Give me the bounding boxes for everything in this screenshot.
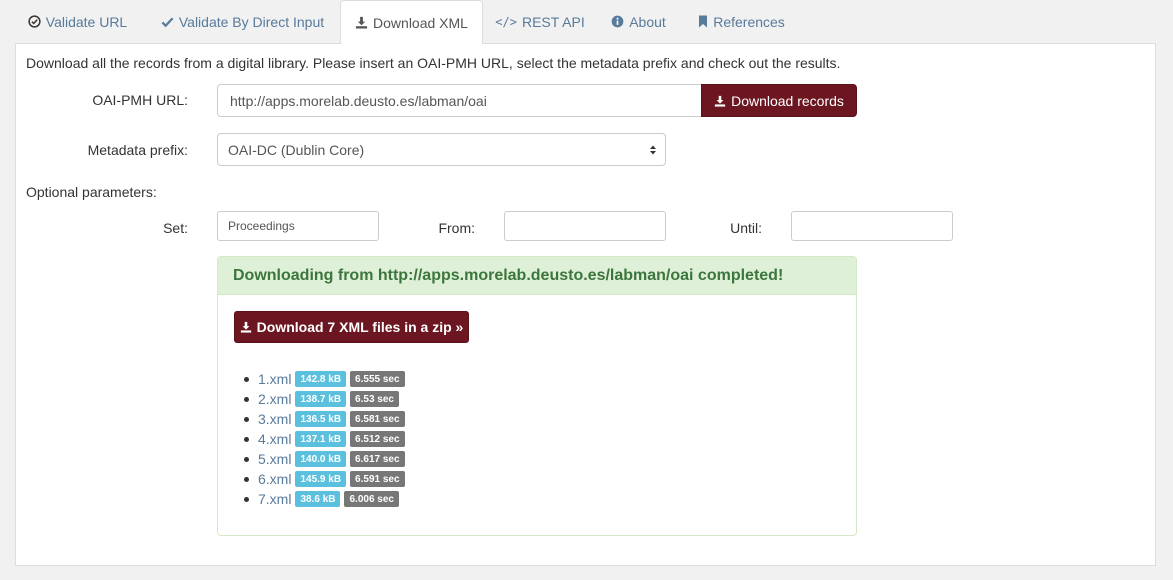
file-size-badge: 140.0 kB: [295, 451, 347, 467]
intro-text: Download all the records from a digital …: [26, 55, 841, 71]
from-input[interactable]: [504, 211, 666, 241]
bullet: [244, 477, 249, 482]
tab-label: Validate URL: [45, 13, 128, 30]
oai-pmh-url-label: OAI-PMH URL:: [92, 92, 188, 108]
download-icon: [240, 321, 252, 333]
file-time-badge: 6.581 sec: [350, 411, 405, 427]
bullet: [244, 437, 249, 442]
file-time-badge: 6.617 sec: [350, 451, 405, 467]
tab-validate-url[interactable]: Validate URL: [14, 0, 141, 43]
tab-label: References: [713, 13, 785, 30]
metadata-prefix-value: OAI-DC (Dublin Core): [228, 141, 365, 158]
download-zip-button[interactable]: Download 7 XML files in a zip »: [234, 311, 469, 343]
download-xml-panel: Download all the records from a digital …: [15, 43, 1156, 566]
file-link[interactable]: 4.xml: [258, 431, 291, 447]
file-time-badge: 6.006 sec: [344, 491, 399, 507]
download-records-button[interactable]: Download records: [701, 84, 857, 117]
tab-label: Download XML: [373, 14, 468, 31]
tab-label: REST API: [521, 13, 585, 30]
file-size-badge: 142.8 kB: [295, 371, 347, 387]
download-result-panel: Downloading from http://apps.morelab.deu…: [217, 256, 857, 536]
nav-tabs: Validate URL Validate By Direct Input Do…: [0, 0, 1173, 44]
tab-about[interactable]: About: [601, 0, 676, 43]
list-item: 6.xml 145.9 kB 6.591 sec: [244, 469, 409, 489]
list-item: 1.xml 142.8 kB 6.555 sec: [244, 369, 409, 389]
list-item: 2.xml 138.7 kB 6.53 sec: [244, 389, 409, 409]
bullet: [244, 497, 249, 502]
success-message: Downloading from http://apps.morelab.deu…: [218, 257, 856, 295]
bookmark-icon: [698, 15, 708, 28]
download-icon: [355, 16, 368, 29]
file-link[interactable]: 1.xml: [258, 371, 291, 387]
tab-validate-direct-input[interactable]: Validate By Direct Input: [148, 0, 337, 43]
download-icon: [714, 95, 726, 107]
file-link[interactable]: 5.xml: [258, 451, 291, 467]
bullet: [244, 377, 249, 382]
list-item: 4.xml 137.1 kB 6.512 sec: [244, 429, 409, 449]
file-link[interactable]: 2.xml: [258, 391, 291, 407]
oai-pmh-url-input[interactable]: http://apps.morelab.deusto.es/labman/oai: [217, 84, 703, 117]
set-input[interactable]: Proceedings: [217, 211, 379, 241]
list-item: 5.xml 140.0 kB 6.617 sec: [244, 449, 409, 469]
metadata-prefix-select[interactable]: OAI-DC (Dublin Core): [217, 133, 666, 166]
file-time-badge: 6.512 sec: [350, 431, 405, 447]
file-link[interactable]: 6.xml: [258, 471, 291, 487]
bullet: [244, 457, 249, 462]
tab-label: Validate By Direct Input: [178, 13, 325, 30]
file-time-badge: 6.555 sec: [350, 371, 405, 387]
file-link[interactable]: 7.xml: [258, 491, 291, 507]
bullet: [244, 397, 249, 402]
file-size-badge: 38.6 kB: [295, 491, 341, 507]
file-size-badge: 138.7 kB: [295, 391, 347, 407]
optional-parameters-label: Optional parameters:: [26, 184, 157, 200]
tab-download-xml[interactable]: Download XML: [340, 0, 483, 44]
list-item: 3.xml 136.5 kB 6.581 sec: [244, 409, 409, 429]
file-time-badge: 6.591 sec: [350, 471, 405, 487]
check-icon: [161, 16, 174, 28]
tab-rest-api[interactable]: </> REST API: [490, 0, 590, 43]
file-link[interactable]: 3.xml: [258, 411, 291, 427]
until-label: Until:: [730, 220, 762, 236]
set-label: Set:: [163, 220, 188, 236]
bullet: [244, 417, 249, 422]
file-list: 1.xml 142.8 kB 6.555 sec 2.xml 138.7 kB …: [244, 369, 409, 509]
file-time-badge: 6.53 sec: [350, 391, 399, 407]
download-zip-label: Download 7 XML files in a zip »: [256, 319, 464, 335]
until-input[interactable]: [791, 211, 953, 241]
check-circle-icon: [28, 15, 41, 28]
download-records-label: Download records: [731, 92, 844, 109]
tab-label: About: [629, 13, 666, 30]
info-circle-icon: [611, 15, 624, 28]
select-arrows-icon: [649, 144, 657, 156]
file-size-badge: 137.1 kB: [295, 431, 347, 447]
tab-references[interactable]: References: [688, 0, 795, 43]
metadata-prefix-label: Metadata prefix:: [87, 142, 188, 158]
file-size-badge: 136.5 kB: [295, 411, 347, 427]
from-label: From:: [438, 220, 475, 236]
code-icon: </>: [495, 14, 517, 29]
list-item: 7.xml 38.6 kB 6.006 sec: [244, 489, 409, 509]
file-size-badge: 145.9 kB: [295, 471, 347, 487]
